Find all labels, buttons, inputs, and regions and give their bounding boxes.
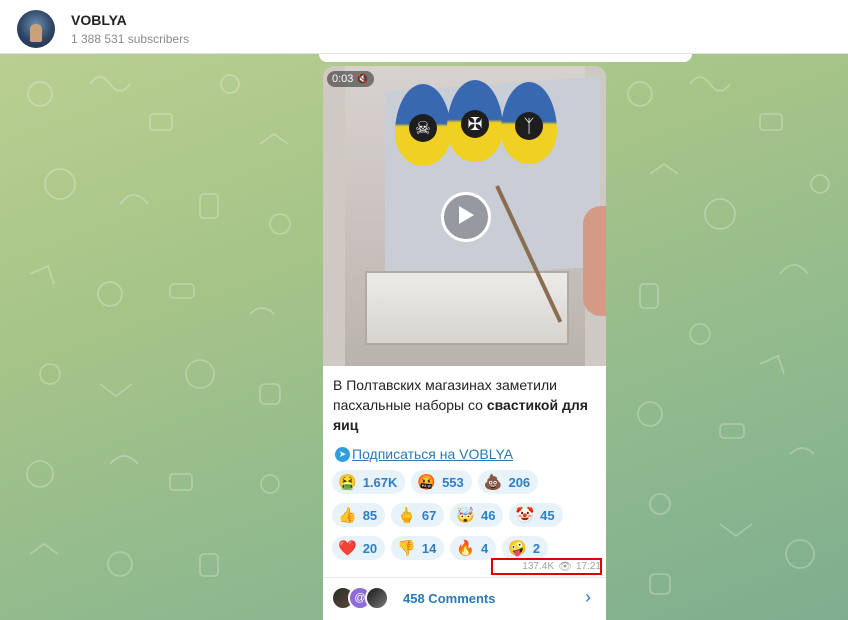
post-text: В Полтавских магазинах заметили пасхальн… xyxy=(333,375,598,435)
mute-icon[interactable]: 🔇 xyxy=(356,74,368,85)
video-duration-badge: 0:03 🔇 xyxy=(327,71,374,87)
thumbs-up-emoji-icon: 👍 xyxy=(338,507,357,524)
channel-avatar[interactable] xyxy=(17,10,55,48)
video-duration: 0:03 xyxy=(332,73,354,85)
channel-header[interactable]: VOBLYA 1 388 531 subscribers xyxy=(0,0,848,54)
reaction-angry[interactable]: 🤬 553 xyxy=(411,470,472,494)
reaction-count: 14 xyxy=(421,540,437,556)
reaction-count: 46 xyxy=(481,507,496,523)
chevron-right-icon: › xyxy=(585,587,591,607)
reaction-heart[interactable]: ❤️ 20 xyxy=(332,536,386,560)
angry-emoji-icon: 🤬 xyxy=(417,474,437,491)
post-message[interactable]: ☠ ✠ ᛉ 0:03 🔇 В Полтавских магазинах замет… xyxy=(323,66,606,620)
telegram-icon: ➤ xyxy=(335,446,350,462)
zany-emoji-icon: 🤪 xyxy=(508,540,527,557)
reaction-count: 2 xyxy=(532,540,541,556)
fire-emoji-icon: 🔥 xyxy=(456,540,475,557)
reaction-fire[interactable]: 🔥 4 xyxy=(450,536,497,560)
channel-title[interactable]: VOBLYA xyxy=(71,12,127,28)
subscribe-link[interactable]: ➤ Подписаться на VOBLYA xyxy=(335,446,513,462)
reaction-count: 1.67K xyxy=(362,474,398,490)
middle-finger-emoji-icon: 🖕 xyxy=(397,507,416,524)
comments-button[interactable]: @ 458 Comments › xyxy=(323,578,606,620)
thumbs-down-emoji-icon: 👎 xyxy=(397,540,416,557)
subscribe-link-text[interactable]: Подписаться на VOBLYA xyxy=(352,446,513,462)
reaction-count: 206 xyxy=(508,474,531,490)
play-button[interactable] xyxy=(441,192,491,242)
clown-emoji-icon: 🤡 xyxy=(515,507,535,524)
reaction-middle-finger[interactable]: 🖕 67 xyxy=(391,503,445,527)
commenter-avatar xyxy=(365,586,389,610)
video-player[interactable]: ☠ ✠ ᛉ 0:03 🔇 xyxy=(323,66,606,366)
reaction-count: 85 xyxy=(362,507,378,523)
reactions: 🤮 1.67K 🤬 553 💩 206 👍 85 🖕 67 🤯 46 🤡 45 ❤️ 20 👎 1… xyxy=(332,470,602,569)
reaction-thumbs-down[interactable]: 👎 14 xyxy=(391,536,445,560)
heart-emoji-icon: ❤️ xyxy=(338,540,357,557)
reaction-count: 4 xyxy=(481,540,489,556)
previous-message-edge xyxy=(319,54,692,62)
reaction-vomit[interactable]: 🤮 1.67K xyxy=(332,470,406,494)
reaction-count: 67 xyxy=(421,507,437,523)
reaction-mind-blown[interactable]: 🤯 46 xyxy=(450,503,504,527)
subscriber-count: 1 388 531 subscribers xyxy=(71,32,190,46)
poop-emoji-icon: 💩 xyxy=(483,474,503,491)
highlight-box xyxy=(491,558,602,575)
reaction-count: 20 xyxy=(362,540,378,556)
reaction-zany[interactable]: 🤪 2 xyxy=(502,536,549,560)
reaction-poop[interactable]: 💩 206 xyxy=(477,470,539,494)
reaction-thumbs-up[interactable]: 👍 85 xyxy=(332,503,386,527)
vomit-emoji-icon: 🤮 xyxy=(338,474,357,491)
mind-blown-emoji-icon: 🤯 xyxy=(456,507,475,524)
reaction-count: 553 xyxy=(442,474,464,490)
comments-count[interactable]: 458 Comments xyxy=(403,591,495,606)
reaction-clown[interactable]: 🤡 45 xyxy=(509,503,563,527)
reaction-count: 45 xyxy=(540,507,555,523)
